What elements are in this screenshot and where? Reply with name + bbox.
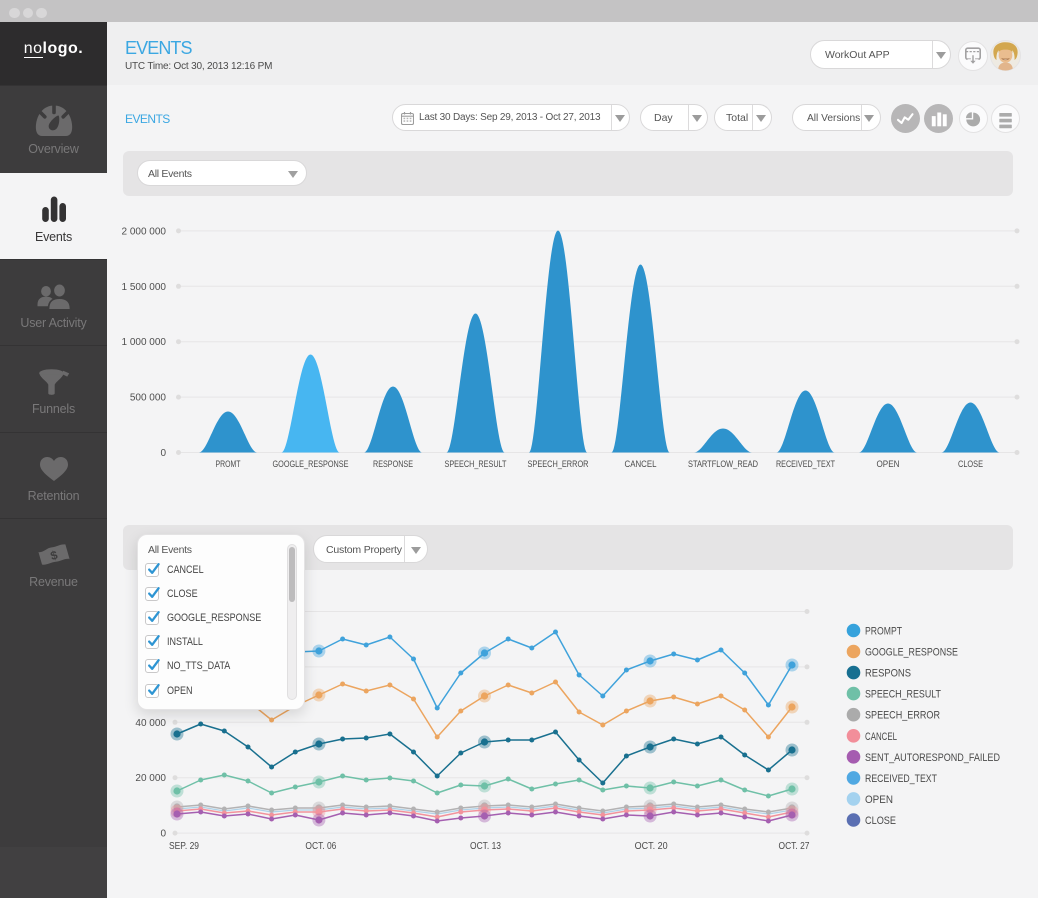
- svg-text:20 000: 20 000: [135, 773, 166, 784]
- svg-text:0: 0: [160, 448, 166, 459]
- svg-text:40 000: 40 000: [135, 718, 166, 729]
- svg-text:STARTFLOW_READ: STARTFLOW_READ: [688, 459, 758, 469]
- svg-text:0: 0: [160, 829, 166, 840]
- svg-text:SPEECH_RESULT: SPEECH_RESULT: [865, 689, 941, 701]
- svg-text:GOOGLE_RESPONSE: GOOGLE_RESPONSE: [273, 459, 349, 469]
- svg-text:OCT. 20: OCT. 20: [635, 841, 668, 852]
- svg-text:SPEECH_ERROR: SPEECH_ERROR: [865, 710, 940, 722]
- svg-text:RESPONS: RESPONS: [865, 668, 911, 680]
- svg-text:OCT. 27: OCT. 27: [779, 841, 810, 852]
- svg-text:1 000 000: 1 000 000: [122, 337, 167, 348]
- svg-text:CLOSE: CLOSE: [865, 815, 896, 827]
- svg-text:500 000: 500 000: [130, 393, 167, 404]
- svg-text:SPEECH_RESULT: SPEECH_RESULT: [445, 459, 507, 469]
- svg-text:RECEIVED_TEXT: RECEIVED_TEXT: [776, 459, 835, 469]
- svg-text:RESPONSE: RESPONSE: [373, 459, 413, 469]
- svg-text:2 000 000: 2 000 000: [122, 226, 167, 237]
- svg-text:OCT. 06: OCT. 06: [305, 841, 336, 852]
- svg-text:1 500 000: 1 500 000: [122, 282, 167, 293]
- svg-text:PROMPT: PROMPT: [865, 626, 902, 638]
- svg-text:SENT_AUTORESPOND_FAILED: SENT_AUTORESPOND_FAILED: [865, 752, 1000, 764]
- svg-text:OPEN: OPEN: [877, 459, 900, 469]
- svg-text:CLOSE: CLOSE: [958, 459, 983, 469]
- svg-text:OPEN: OPEN: [865, 794, 893, 806]
- svg-text:CANCEL: CANCEL: [625, 459, 657, 469]
- svg-text:OCT. 13: OCT. 13: [470, 841, 501, 852]
- svg-text:PROMT: PROMT: [216, 459, 241, 469]
- svg-text:CANCEL: CANCEL: [865, 731, 897, 743]
- svg-text:SPEECH_ERROR: SPEECH_ERROR: [528, 459, 589, 469]
- svg-text:RECEIVED_TEXT: RECEIVED_TEXT: [865, 773, 937, 785]
- svg-text:GOOGLE_RESPONSE: GOOGLE_RESPONSE: [865, 647, 958, 659]
- svg-text:SEP. 29: SEP. 29: [169, 841, 199, 852]
